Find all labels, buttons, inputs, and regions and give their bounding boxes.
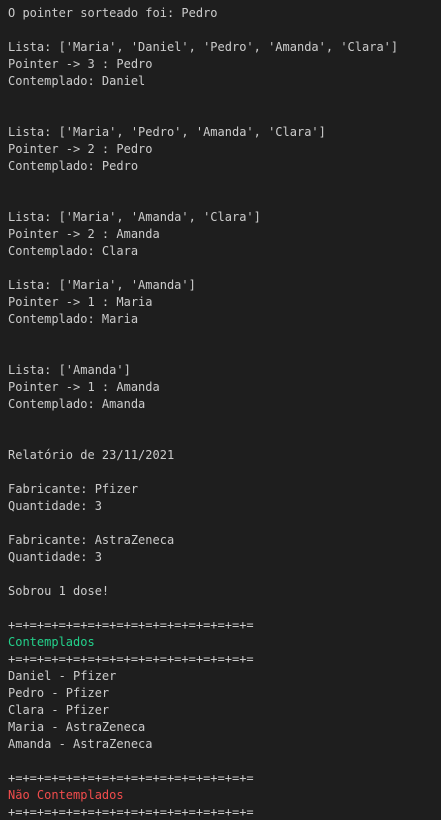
line-35: Sobrou 1 dose! (8, 584, 110, 598)
line-19: Contemplado: Maria (8, 312, 139, 326)
line-42: Clara - Pfizer (8, 703, 110, 717)
terminal-output[interactable]: O pointer sorteado foi: Pedro Lista: ['M… (0, 0, 441, 820)
line-48: +=+=+=+=+=+=+=+=+=+=+=+=+=+=+=+=+= (8, 805, 254, 819)
line-21 (8, 345, 441, 362)
line-41: Pedro - Pfizer (8, 686, 110, 700)
line-27: Relatório de 23/11/2021 (8, 448, 175, 462)
line-2 (8, 22, 441, 39)
line-44: Amanda - AstraZeneca (8, 737, 153, 751)
line-38: Contemplados (8, 635, 95, 649)
line-7 (8, 107, 441, 124)
line-28 (8, 464, 441, 481)
line-47: Não Contemplados (8, 788, 124, 802)
line-37: +=+=+=+=+=+=+=+=+=+=+=+=+=+=+=+=+= (8, 618, 254, 632)
line-33: Quantidade: 3 (8, 550, 102, 564)
line-31 (8, 515, 441, 532)
line-11 (8, 175, 441, 192)
line-9: Pointer -> 2 : Pedro (8, 142, 153, 156)
line-6 (8, 90, 441, 107)
line-15: Contemplado: Clara (8, 244, 139, 258)
line-3: Lista: ['Maria', 'Daniel', 'Pedro', 'Ama… (8, 40, 399, 54)
line-36 (8, 600, 441, 617)
line-14: Pointer -> 2 : Amanda (8, 227, 160, 241)
line-23: Pointer -> 1 : Amanda (8, 380, 160, 394)
line-10: Contemplado: Pedro (8, 159, 139, 173)
line-12 (8, 192, 441, 209)
line-39: +=+=+=+=+=+=+=+=+=+=+=+=+=+=+=+=+= (8, 652, 254, 666)
line-5: Contemplado: Daniel (8, 74, 146, 88)
line-40: Daniel - Pfizer (8, 669, 117, 683)
line-26 (8, 430, 441, 447)
line-18: Pointer -> 1 : Maria (8, 295, 153, 309)
line-30: Quantidade: 3 (8, 499, 102, 513)
line-34 (8, 566, 441, 583)
line-1: O pointer sorteado foi: Pedro (8, 6, 218, 20)
line-13: Lista: ['Maria', 'Amanda', 'Clara'] (8, 210, 261, 224)
line-46: +=+=+=+=+=+=+=+=+=+=+=+=+=+=+=+=+= (8, 771, 254, 785)
line-22: Lista: ['Amanda'] (8, 363, 131, 377)
line-17: Lista: ['Maria', 'Amanda'] (8, 278, 196, 292)
line-43: Maria - AstraZeneca (8, 720, 146, 734)
line-20 (8, 328, 441, 345)
line-24: Contemplado: Amanda (8, 397, 146, 411)
line-4: Pointer -> 3 : Pedro (8, 57, 153, 71)
line-29: Fabricante: Pfizer (8, 482, 139, 496)
line-25 (8, 413, 441, 430)
line-8: Lista: ['Maria', 'Pedro', 'Amanda', 'Cla… (8, 125, 326, 139)
line-32: Fabricante: AstraZeneca (8, 533, 175, 547)
line-45 (8, 753, 441, 770)
line-16 (8, 260, 441, 277)
